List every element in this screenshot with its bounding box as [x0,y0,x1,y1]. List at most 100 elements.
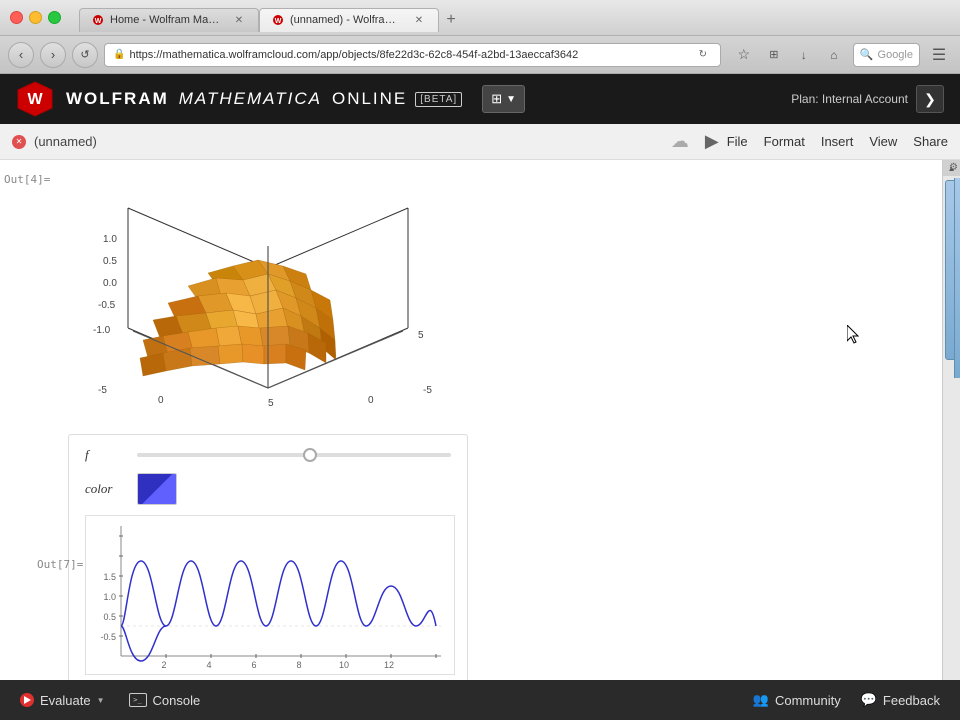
svg-text:0.5: 0.5 [103,612,116,622]
run-icon[interactable]: ▶ [705,131,719,152]
3d-plot-svg: -5 0 5 0 -5 5 -1.0 -0.5 0.0 0.5 1.0 [68,178,468,418]
svg-text:W: W [27,91,43,108]
cell-bracket [954,178,960,378]
url-text: https://mathematica.wolframcloud.com/app… [129,49,578,61]
svg-text:0.0: 0.0 [103,278,117,289]
evaluate-label: Evaluate [40,693,91,708]
new-tab-button[interactable]: + [439,8,463,32]
refresh-button[interactable]: ↻ [694,46,712,64]
collapse-button[interactable]: ❯ [916,85,944,113]
menu-insert[interactable]: Insert [821,134,854,149]
bookmark-icon[interactable]: ☆ [731,42,757,68]
slider-track[interactable] [137,453,451,457]
svg-text:0.5: 0.5 [103,256,117,267]
grid-button[interactable]: ⊞ ▼ [482,85,525,113]
tab-label-home: Home - Wolfram Mathemati... [110,14,222,26]
controls-panel: f color Out[7]= [68,434,468,680]
search-bar[interactable]: 🔍 Google [853,43,920,67]
slider-label: f [85,447,125,463]
evaluate-icon [20,693,34,707]
out4-text: Out[4]= [4,173,50,186]
tab-close-home[interactable]: ✕ [232,13,246,27]
right-scrollbar[interactable]: ▲ ⚙ [942,160,960,680]
svg-text:4: 4 [206,660,211,670]
2d-plot-container[interactable]: 2 4 6 8 10 12 -0.5 0.5 [85,515,455,675]
slider-row: f [85,447,451,463]
maximize-window-button[interactable] [48,11,61,24]
3d-plot-container[interactable]: -5 0 5 0 -5 5 -1.0 -0.5 0.0 0.5 1.0 [68,178,468,418]
console-label: Console [153,693,201,708]
menu-format[interactable]: Format [764,134,805,149]
evaluate-button[interactable]: Evaluate ▼ [12,689,113,712]
tab-favicon-notebook: W [272,13,284,27]
notebook-title: (unnamed) [34,134,663,149]
back-button[interactable]: ‹ [8,42,34,68]
2d-plot-svg: 2 4 6 8 10 12 -0.5 0.5 [86,516,455,675]
color-row: color [85,473,451,505]
tab-home[interactable]: W Home - Wolfram Mathemati... ✕ [79,8,259,32]
tab-favicon-home: W [92,13,104,27]
community-button[interactable]: 👥 Community [745,688,849,712]
out7-text: Out[7]= [37,558,83,571]
browser-titlebar: W Home - Wolfram Mathemati... ✕ W (unnam… [0,0,960,36]
svg-text:12: 12 [384,660,394,670]
download-icon[interactable]: ↓ [791,42,817,68]
forward-button[interactable]: › [40,42,66,68]
beta-badge: [BETA] [415,92,462,107]
wolfram-brand: WOLFRAM [66,89,169,109]
console-icon: >_ [129,693,147,707]
online-label: ONLINE [332,89,407,109]
color-label: color [85,481,125,497]
menu-share[interactable]: Share [913,134,948,149]
minimize-window-button[interactable] [29,11,42,24]
settings-icon[interactable]: ⚙ [949,162,958,173]
home-icon[interactable]: ⌂ [821,42,847,68]
menu-view[interactable]: View [869,134,897,149]
notebook-area[interactable]: Out[4]= -5 [0,160,942,680]
url-bar[interactable]: 🔒 https://mathematica.wolframcloud.com/a… [104,43,721,67]
svg-text:W: W [275,18,282,25]
hamburger-menu[interactable]: ☰ [926,42,952,68]
cloud-status-icon: ☁ [671,131,689,152]
search-icon: 🔍 [860,48,874,61]
svg-text:1.5: 1.5 [103,572,116,582]
tab-close-notebook[interactable]: ✕ [412,13,426,27]
play-triangle [24,696,31,704]
svg-text:1.0: 1.0 [103,234,117,245]
svg-text:W: W [95,18,102,25]
toolbar-icons: ☆ ⊞ ↓ ⌂ [731,42,847,68]
status-bar: Evaluate ▼ >_ Console 👥 Community 💬 Feed… [0,680,960,720]
tab-notebook[interactable]: W (unnamed) - Wolfram Math... ✕ [259,8,439,32]
svg-text:10: 10 [339,660,349,670]
reader-icon[interactable]: ⊞ [761,42,787,68]
wolfram-logo[interactable]: W [16,80,54,118]
reload-button[interactable]: ↺ [72,42,98,68]
console-button[interactable]: >_ Console [121,689,209,712]
mathematica-brand: MATHEMATICA [179,89,322,109]
feedback-label: Feedback [883,693,940,708]
svg-text:8: 8 [296,660,301,670]
close-window-button[interactable] [10,11,23,24]
feedback-icon: 💬 [861,692,877,708]
color-swatch[interactable] [137,473,177,505]
slider-thumb[interactable] [303,448,317,462]
plan-label: Plan: Internal Account [791,92,908,106]
evaluate-dropdown-arrow: ▼ [97,696,105,705]
notebook-close-btn[interactable]: ✕ [12,135,26,149]
status-right: 👥 Community 💬 Feedback [745,688,948,712]
2d-plot-section: Out[7]= [85,515,451,675]
traffic-lights [10,11,61,24]
out7-label: Out[7]= [37,555,83,573]
svg-text:6: 6 [251,660,256,670]
grid-icon: ⊞ [491,91,502,107]
lock-icon: 🔒 [113,49,125,60]
content-area: Out[4]= -5 [0,160,960,680]
svg-text:0: 0 [368,395,374,406]
menu-file[interactable]: File [727,134,748,149]
svg-text:-5: -5 [98,385,107,396]
feedback-button[interactable]: 💬 Feedback [853,688,948,712]
svg-text:-1.0: -1.0 [93,325,111,336]
tabs-bar: W Home - Wolfram Mathemati... ✕ W (unnam… [79,4,950,32]
community-icon: 👥 [753,692,769,708]
dropdown-arrow: ▼ [506,94,516,105]
